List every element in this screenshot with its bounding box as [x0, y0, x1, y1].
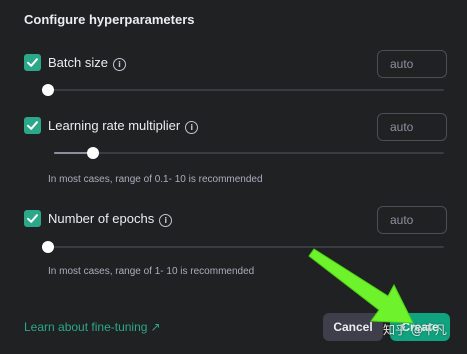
info-icon[interactable]: i — [185, 121, 199, 134]
batch-size-input[interactable] — [377, 50, 447, 78]
slider-thumb[interactable] — [87, 147, 99, 159]
slider-track — [48, 246, 444, 248]
epochs-hint: In most cases, range of 1- 10 is recomme… — [48, 266, 255, 277]
checkmark-icon — [27, 214, 38, 223]
watermark: 知乎 @千凡 — [383, 323, 447, 337]
learning-rate-label-wrap: Learning rate multiplier i — [48, 118, 199, 134]
epochs-checkbox[interactable] — [24, 210, 41, 227]
batch-size-label: Batch size — [48, 55, 108, 70]
slider-track — [48, 89, 444, 91]
epochs-label: Number of epochs — [48, 211, 155, 226]
learning-rate-row: Learning rate multiplier i — [24, 113, 447, 141]
learning-rate-slider[interactable] — [54, 147, 444, 159]
checkmark-icon — [27, 121, 38, 130]
epochs-label-wrap: Number of epochs i — [48, 211, 173, 227]
info-icon[interactable]: i — [112, 58, 126, 71]
batch-size-label-wrap: Batch size i — [48, 55, 126, 71]
epochs-row: Number of epochs i — [24, 206, 447, 234]
arrow-up-right-icon: ↗ — [150, 320, 161, 334]
slider-thumb[interactable] — [42, 84, 54, 96]
section-title: Configure hyperparameters — [24, 12, 195, 27]
cancel-button[interactable]: Cancel — [323, 313, 383, 341]
batch-size-checkbox[interactable] — [24, 54, 41, 71]
info-icon[interactable]: i — [159, 214, 173, 227]
slider-thumb[interactable] — [42, 241, 54, 253]
epochs-slider[interactable] — [42, 241, 444, 253]
learning-rate-checkbox[interactable] — [24, 117, 41, 134]
learning-rate-input[interactable] — [377, 113, 447, 141]
slider-track — [54, 152, 444, 154]
fine-tune-dialog: Configure hyperparameters Batch size i Le… — [0, 0, 467, 354]
batch-size-slider[interactable] — [42, 84, 444, 96]
epochs-input[interactable] — [377, 206, 447, 234]
batch-size-row: Batch size i — [24, 50, 447, 78]
learn-fine-tuning-link[interactable]: Learn about fine-tuning ↗ — [24, 320, 161, 334]
checkmark-icon — [27, 58, 38, 67]
learn-link-label: Learn about fine-tuning — [24, 320, 148, 334]
learning-rate-hint: In most cases, range of 0.1- 10 is recom… — [48, 174, 263, 185]
learning-rate-label: Learning rate multiplier — [48, 118, 181, 133]
